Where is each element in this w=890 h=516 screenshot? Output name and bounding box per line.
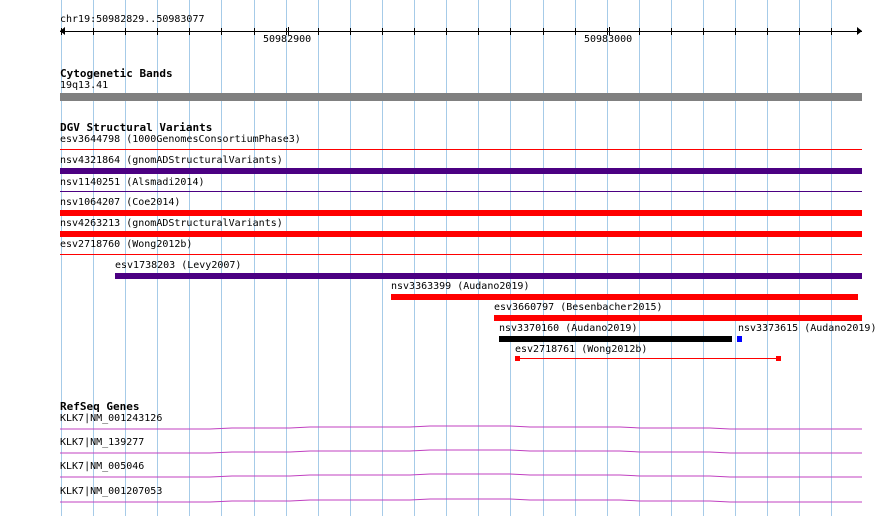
cytoband-bar[interactable] (60, 93, 862, 101)
variant-bar[interactable] (517, 358, 779, 359)
track-title-refseq[interactable]: RefSeq Genes (60, 401, 139, 413)
variant-bar[interactable] (60, 231, 862, 237)
variant-bar[interactable] (60, 191, 862, 192)
variant-bar[interactable] (391, 294, 858, 300)
scale-left-arrow-icon (60, 27, 65, 35)
track-title-dgv[interactable]: DGV Structural Variants (60, 122, 212, 134)
variant-label: esv3644798 (1000GenomesConsortiumPhase3) (60, 134, 301, 145)
cytoband-label: 19q13.41 (60, 80, 109, 91)
variant-bar[interactable] (60, 168, 862, 174)
variant-label: nsv3373615 (Audano2019) (738, 323, 877, 334)
variant-label: esv1738203 (Levy2007) (115, 260, 242, 271)
variant-bar[interactable] (115, 273, 862, 279)
scale-right-arrow-icon (857, 27, 862, 35)
variant-bar[interactable] (737, 336, 742, 342)
gene-model[interactable] (60, 422, 862, 432)
track-title-cytoband[interactable]: Cytogenetic Bands (60, 68, 173, 80)
variant-label: nsv1140251 (Alsmadi2014) (60, 177, 205, 188)
variant-label: nsv1064207 (Coe2014) (60, 197, 181, 208)
variant-label: nsv4321864 (gnomADStructuralVariants) (60, 155, 283, 166)
variant-bar[interactable] (60, 149, 862, 150)
variant-label: nsv3370160 (Audano2019) (499, 323, 638, 334)
scale-line (60, 31, 862, 32)
gene-model[interactable] (60, 446, 862, 456)
gene-model[interactable] (60, 495, 862, 505)
variant-bar[interactable] (60, 254, 862, 255)
ruler-label: 50983000 (584, 34, 633, 45)
variant-label: nsv3363399 (Audano2019) (391, 281, 530, 292)
ruler-label: 50982900 (263, 34, 312, 45)
variant-exon-block[interactable] (776, 356, 781, 361)
variant-bar[interactable] (494, 315, 862, 321)
gene-model[interactable] (60, 470, 862, 480)
variant-exon-block[interactable] (515, 356, 520, 361)
variant-bar[interactable] (60, 210, 862, 216)
variant-label: esv3660797 (Besenbacher2015) (494, 302, 663, 313)
location-label: chr19:50982829..50983077 (60, 14, 205, 25)
variant-label: nsv4263213 (gnomADStructuralVariants) (60, 218, 283, 229)
variant-bar[interactable] (499, 336, 732, 342)
variant-label: esv2718760 (Wong2012b) (60, 239, 193, 250)
variant-label: esv2718761 (Wong2012b) (515, 344, 648, 355)
